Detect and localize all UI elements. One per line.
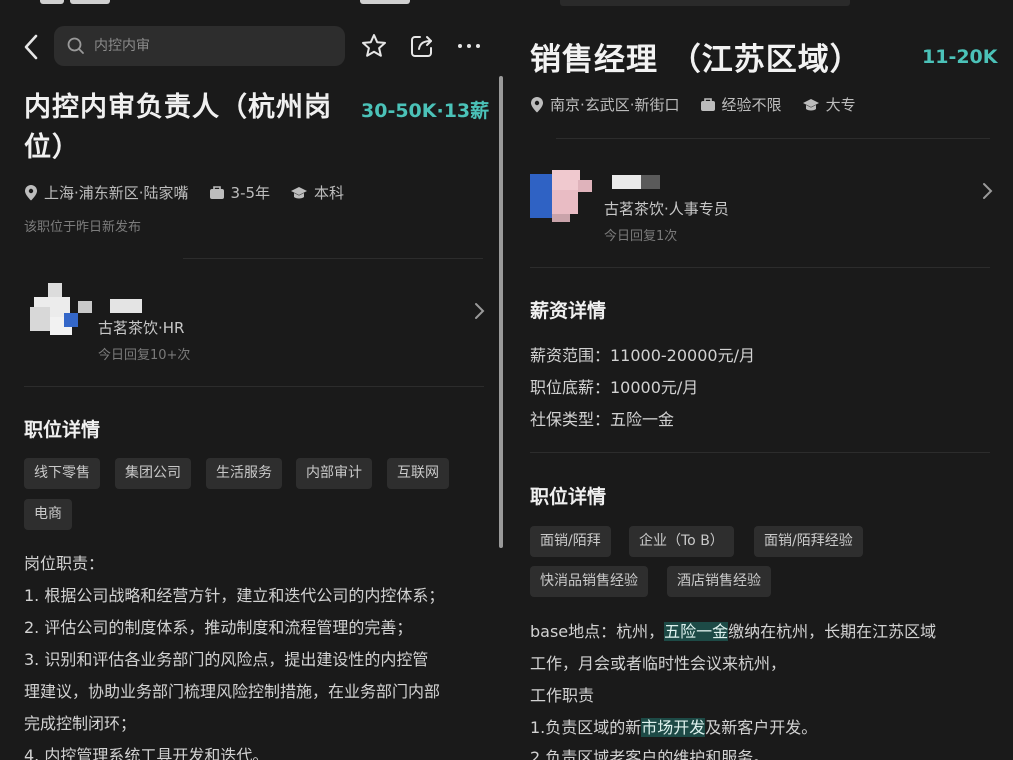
education-text: 大专 (825, 96, 856, 114)
recruiter-company: 古茗茶饮·人事专员 (604, 200, 729, 218)
status-bar-fragment (360, 0, 410, 4)
highlight-keyword[interactable]: 市场开发 (641, 718, 706, 737)
divider-line (530, 267, 990, 268)
graduation-cap-icon (802, 98, 819, 110)
skill-tag[interactable]: 集团公司 (115, 458, 191, 489)
status-bar-fragment (40, 0, 64, 4)
salary-range-line: 薪资范围：11000-20000元/月 (530, 346, 755, 365)
experience-item: 3-5年 (209, 182, 271, 203)
divider-line (24, 386, 484, 387)
location-text: 南京·玄武区·新街口 (550, 96, 680, 114)
avatar (30, 283, 94, 347)
graduation-cap-icon (291, 186, 308, 198)
description-line: 3. 识别和评估各业务部门的风险点，提出建设性的内控管 (24, 650, 429, 669)
share-icon (411, 36, 432, 57)
description-line: 4. 内控管理系统工具开发和迭代。 (24, 746, 269, 760)
skill-tag[interactable]: 面销/陌拜 (530, 526, 611, 557)
section-heading-salary: 薪资详情 (530, 300, 607, 322)
description-line: 2. 评估公司的制度体系，推动制度和流程管理的完善； (24, 618, 413, 637)
recruiter-company: 古茗茶饮·HR (98, 319, 185, 337)
description-line: 2.负责区域老客户的维护和服务。 (530, 748, 770, 760)
left-job-page: 内控内审负责人（杭州岗位） 30-50K·13薪 上海·浦东新区·陆家嘴 3-5… (0, 0, 500, 760)
base-salary-line: 职位底薪：10000元/月 (530, 378, 699, 397)
skill-tag[interactable]: 内部审计 (296, 458, 372, 489)
divider-line (556, 138, 990, 139)
status-bar-fragment (70, 0, 110, 4)
favorite-button[interactable] (360, 32, 388, 60)
more-icon (458, 44, 480, 48)
description-text: 1.负责区域的新 (530, 718, 642, 737)
chevron-right-icon (980, 182, 994, 200)
search-bar[interactable] (54, 26, 345, 66)
recruiter-name-blurred (612, 175, 660, 189)
description-line: 岗位职责： (24, 554, 105, 573)
description-line: 工作，月会或者临时性会议来杭州， (530, 654, 787, 673)
education-text: 本科 (314, 184, 345, 202)
skill-tag[interactable]: 快消品销售经验 (530, 566, 648, 597)
more-button[interactable] (455, 32, 483, 60)
location-text: 上海·浦东新区·陆家嘴 (44, 184, 189, 202)
divider-line (530, 452, 990, 453)
education-item: 大专 (802, 94, 856, 115)
description-line: base地点：杭州，五险一金缴纳在杭州，长期在江苏区域 (530, 618, 936, 642)
description-text: 及新客户开发。 (705, 718, 818, 737)
search-icon (66, 36, 86, 56)
search-bar-fragment (560, 0, 850, 6)
skill-tag[interactable]: 面销/陌拜经验 (754, 526, 863, 557)
experience-text: 经验不限 (721, 96, 782, 114)
skill-tag[interactable]: 电商 (24, 499, 72, 530)
job-salary: 30-50K·13薪 (361, 100, 490, 122)
panel-scrollbar[interactable] (499, 76, 503, 548)
description-line: 1.负责区域的新市场开发及新客户开发。 (530, 714, 817, 738)
skill-tag[interactable]: 酒店销售经验 (667, 566, 771, 597)
experience-item: 经验不限 (700, 94, 782, 115)
education-item: 本科 (290, 182, 344, 203)
skill-tag[interactable]: 线下零售 (24, 458, 100, 489)
description-text: base地点：杭州， (530, 622, 665, 641)
avatar (530, 164, 594, 228)
experience-text: 3-5年 (230, 184, 271, 202)
description-line: 工作职责 (530, 686, 595, 705)
screenshot-stage: 内控内审负责人（杭州岗位） 30-50K·13薪 上海·浦东新区·陆家嘴 3-5… (0, 0, 1013, 760)
posted-note: 该职位于昨日新发布 (24, 220, 142, 235)
divider-line (183, 258, 483, 259)
description-line: 理建议，协助业务部门梳理风险控制措施，在业务部门内部 (24, 682, 441, 701)
location-pin-icon (25, 185, 37, 201)
section-heading-details: 职位详情 (24, 419, 101, 441)
description-line: 完成控制闭环； (24, 714, 137, 733)
star-icon (362, 34, 386, 57)
briefcase-icon (209, 186, 224, 199)
job-meta: 上海·浦东新区·陆家嘴 3-5年 本科 (24, 182, 364, 203)
section-heading-details: 职位详情 (530, 486, 607, 508)
search-input[interactable] (94, 26, 334, 66)
location-item: 南京·玄武区·新街口 (530, 94, 680, 115)
location-item: 上海·浦东新区·陆家嘴 (24, 182, 189, 203)
recruiter-reply-rate: 今日回复1次 (604, 229, 678, 244)
description-line: 1. 根据公司战略和经营方针，建立和迭代公司的内控体系； (24, 586, 445, 605)
insurance-line: 社保类型：五险一金 (530, 410, 675, 429)
skill-tag[interactable]: 互联网 (387, 458, 449, 489)
skill-tag[interactable]: 生活服务 (206, 458, 282, 489)
job-title: 销售经理 （江苏区域） (530, 42, 862, 78)
job-title: 内控内审负责人（杭州岗位） (24, 92, 332, 163)
recruiter-reply-rate: 今日回复10+次 (98, 348, 191, 363)
job-meta: 南京·玄武区·新街口 经验不限 大专 (530, 94, 876, 115)
highlight-keyword[interactable]: 五险一金 (664, 622, 729, 641)
back-button[interactable] (18, 31, 46, 63)
description-text: 缴纳在杭州，长期在江苏区域 (728, 622, 937, 641)
chevron-right-icon (472, 302, 486, 320)
share-button[interactable] (408, 32, 436, 60)
recruiter-name-blurred (110, 299, 142, 313)
job-salary: 11-20K (922, 46, 998, 68)
briefcase-icon (700, 98, 715, 111)
chevron-left-icon (24, 34, 38, 60)
skill-tag[interactable]: 企业（To B） (629, 526, 734, 557)
location-pin-icon (531, 97, 543, 113)
right-job-page: 销售经理 （江苏区域） 11-20K 南京·玄武区·新街口 经验不限 大专 古茗… (506, 0, 1013, 760)
